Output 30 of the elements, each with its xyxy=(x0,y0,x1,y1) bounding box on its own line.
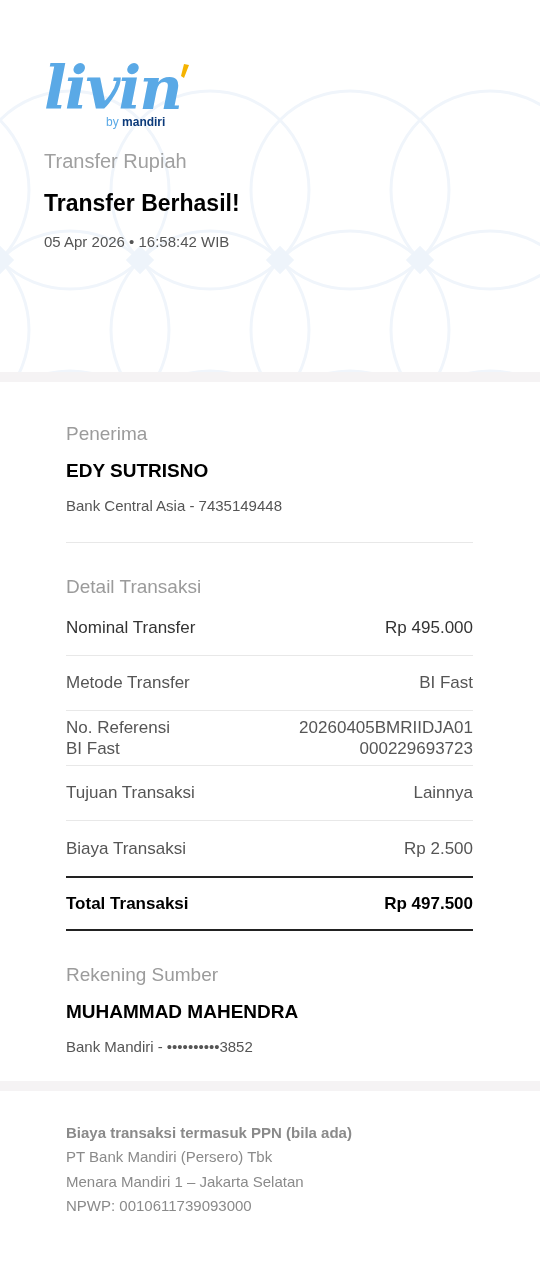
status-title: Transfer Berhasil! xyxy=(44,189,241,218)
detail-label: Tujuan Transaksi xyxy=(66,782,195,804)
recipient-name: EDY SUTRISNO xyxy=(66,458,210,483)
detail-value: Lainnya xyxy=(413,782,473,804)
section-heading: Detail Transaksi xyxy=(66,574,203,599)
category-label: Transfer Rupiah xyxy=(44,149,188,174)
recipient-account: Bank Central Asia - 7435149448 xyxy=(66,496,283,516)
logo-byline: by xyxy=(106,115,119,129)
source-name: MUHAMMAD MAHENDRA xyxy=(66,999,300,1024)
detail-label: Nominal Transfer xyxy=(66,617,196,639)
tax-note: Biaya transaksi termasuk PPN (bila ada) xyxy=(66,1122,353,1143)
detail-value: Rp 495.000 xyxy=(385,617,473,639)
logo-accent-icon xyxy=(180,64,189,78)
company-info: PT Bank Mandiri (Persero) Tbk xyxy=(66,1147,274,1167)
section-heading: Rekening Sumber xyxy=(66,963,220,987)
detail-value: Rp 2.500 xyxy=(404,837,473,860)
detail-value: Rp 497.500 xyxy=(384,892,473,915)
company-info: NPWP: 0010611739093000 xyxy=(66,1196,253,1216)
detail-label: No. Referensi BI Fast xyxy=(66,716,170,760)
section-heading: Penerima xyxy=(66,422,149,446)
logo-brand: mandiri xyxy=(122,115,166,129)
detail-value: 20260405BMRIIDJA01 000229693723 xyxy=(299,716,473,760)
timestamp: 05 Apr 2026 • 16:58:42 WIB xyxy=(44,231,231,252)
detail-label: Biaya Transaksi xyxy=(66,837,186,860)
logo-wordmark: livin xyxy=(44,58,181,118)
company-info: Menara Mandiri 1 – Jakarta Selatan xyxy=(66,1171,305,1192)
detail-value: BI Fast xyxy=(419,672,473,694)
source-account: Bank Mandiri - ••••••••••3852 xyxy=(66,1037,254,1057)
detail-label: Total Transaksi xyxy=(66,892,189,915)
detail-label: Metode Transfer xyxy=(66,672,190,694)
